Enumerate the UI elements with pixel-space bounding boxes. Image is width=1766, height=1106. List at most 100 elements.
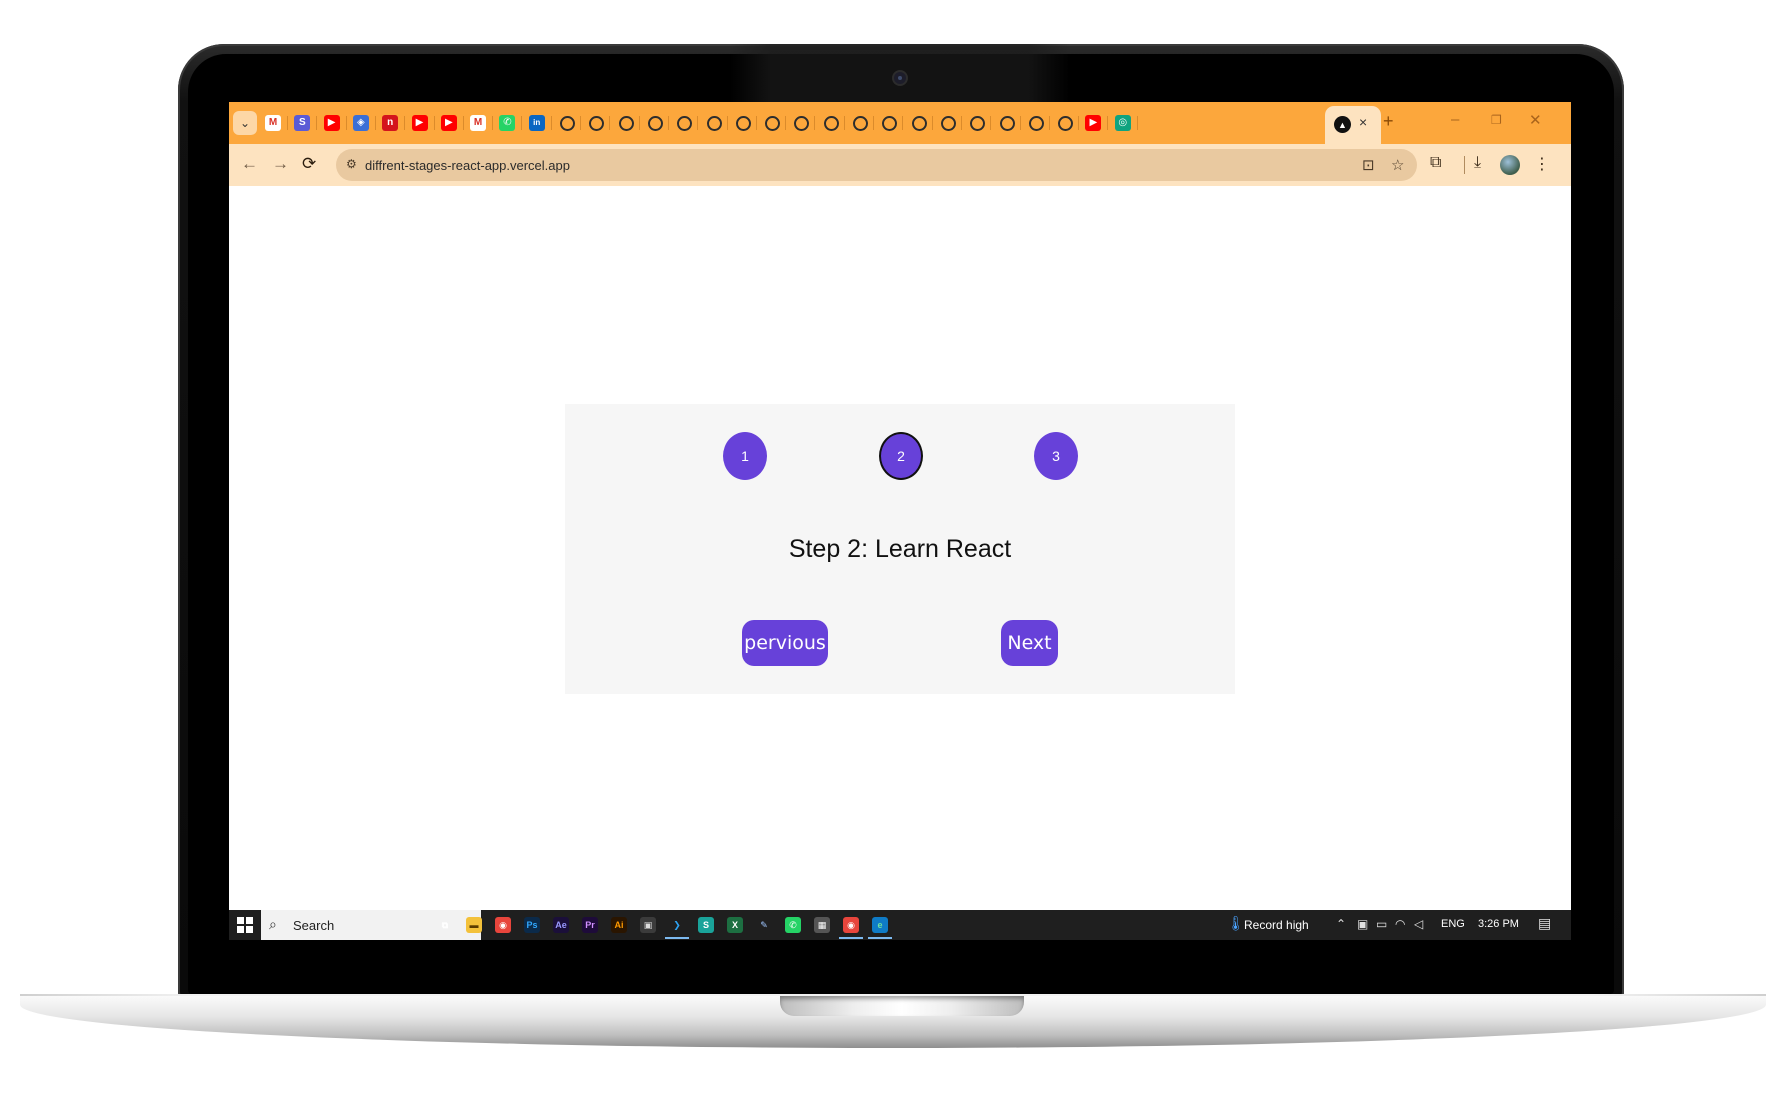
address-bar[interactable]: ⚙ diffrent-stages-react-app.vercel.app ⊡… xyxy=(336,149,1417,181)
youtube-favicon-icon[interactable]: ▶ xyxy=(1085,115,1102,131)
tab-separator xyxy=(404,116,406,130)
drive-favicon-icon[interactable]: ◈ xyxy=(352,115,369,131)
github-favicon-icon[interactable] xyxy=(735,116,751,131)
github-favicon-icon[interactable] xyxy=(882,116,898,131)
chrome-active-icon[interactable]: ◉ xyxy=(843,917,859,933)
vscode-icon[interactable]: ❯ xyxy=(669,917,685,933)
windows-start-icon[interactable] xyxy=(237,917,253,933)
youtube-favicon-icon[interactable]: ▶ xyxy=(440,115,457,131)
excel-icon[interactable]: X xyxy=(727,917,743,933)
github-favicon-icon[interactable] xyxy=(589,116,605,131)
github-favicon-icon[interactable] xyxy=(765,116,781,131)
app-window-icon[interactable]: ▣ xyxy=(640,917,656,933)
active-tab[interactable]: ▲ × xyxy=(1325,106,1381,144)
next-button[interactable]: Next xyxy=(1001,620,1058,666)
toolbar-divider xyxy=(1464,156,1465,174)
github-favicon-icon[interactable] xyxy=(999,116,1015,131)
meet-icon[interactable]: ▣ xyxy=(1357,917,1368,931)
weather-thermometer-icon[interactable]: 🌡 xyxy=(1227,915,1245,932)
chrome-icon[interactable]: ◉ xyxy=(495,917,511,933)
youtube-favicon-icon[interactable]: ▶ xyxy=(323,115,340,131)
extensions-icon[interactable]: ⧉ xyxy=(1430,154,1441,172)
install-app-icon[interactable]: ⊡ xyxy=(1362,156,1375,174)
tab-search-button[interactable]: ⌄ xyxy=(233,111,257,135)
github-favicon-icon[interactable] xyxy=(911,116,927,131)
step-1[interactable]: 1 xyxy=(723,432,767,480)
tab-separator xyxy=(316,116,318,130)
gmail-favicon-icon[interactable]: M xyxy=(265,115,281,131)
new-tab-button[interactable]: + xyxy=(1383,111,1394,132)
after-effects-icon[interactable]: Ae xyxy=(553,917,569,933)
github-favicon-icon[interactable] xyxy=(560,116,575,131)
tab-separator xyxy=(609,116,611,130)
step-2[interactable]: 2 xyxy=(879,432,923,480)
laptop-lid-notch xyxy=(780,996,1024,1016)
wifi-icon[interactable]: ◠ xyxy=(1395,917,1405,931)
previous-button[interactable]: pervious xyxy=(742,620,828,666)
github-favicon-icon[interactable] xyxy=(853,116,868,131)
task-view-icon[interactable]: ⧉ xyxy=(437,917,453,933)
downloads-icon[interactable]: ⤓ xyxy=(1474,154,1481,172)
github-favicon-icon[interactable] xyxy=(677,116,693,131)
file-explorer-icon[interactable]: ▬ xyxy=(466,917,482,933)
forward-icon[interactable]: → xyxy=(272,154,289,174)
premiere-icon[interactable]: Pr xyxy=(582,917,598,933)
youtube-favicon-icon[interactable]: ▶ xyxy=(411,115,428,131)
profile-avatar[interactable] xyxy=(1500,155,1520,175)
tab-separator xyxy=(785,116,787,130)
tab-separator xyxy=(902,116,904,130)
page-viewport: 1 2 3 Step 2: Learn React pervious Next xyxy=(229,186,1571,910)
tab-separator xyxy=(697,116,699,130)
close-window-button[interactable]: ✕ xyxy=(1529,111,1542,129)
webcam xyxy=(894,72,906,84)
tab-separator xyxy=(1107,116,1109,130)
whatsapp-icon[interactable]: ✆ xyxy=(785,917,801,933)
github-favicon-icon[interactable] xyxy=(1028,116,1044,131)
site-info-icon[interactable]: ⚙ xyxy=(346,157,357,171)
illustrator-icon[interactable]: Ai xyxy=(611,917,627,933)
tab-separator xyxy=(814,116,816,130)
steps-card: 1 2 3 Step 2: Learn React pervious Next xyxy=(565,404,1235,694)
tab-separator xyxy=(873,116,874,130)
running-indicator xyxy=(665,937,689,939)
notifications-icon[interactable]: ▤ xyxy=(1538,915,1551,932)
whatsapp-favicon-icon[interactable]: ✆ xyxy=(499,115,516,131)
battery-icon[interactable]: ▭ xyxy=(1376,917,1387,931)
browser-menu-icon[interactable]: ⋮ xyxy=(1534,154,1550,174)
edge-icon[interactable]: e xyxy=(872,917,888,933)
language-indicator[interactable]: ENG xyxy=(1441,918,1465,930)
show-hidden-icons-icon[interactable]: ⌃ xyxy=(1336,917,1346,931)
bookmark-star-icon[interactable]: ☆ xyxy=(1391,156,1404,174)
chatgpt-favicon-icon[interactable]: ◎ xyxy=(1114,115,1131,131)
weather-text[interactable]: Record high xyxy=(1244,918,1309,932)
restore-button[interactable]: ❐ xyxy=(1491,113,1502,127)
back-icon[interactable]: ← xyxy=(241,154,258,174)
github-favicon-icon[interactable] xyxy=(940,116,956,131)
minimize-button[interactable]: – xyxy=(1451,111,1459,128)
gmail-favicon-icon[interactable]: M xyxy=(470,115,487,131)
close-tab-icon[interactable]: × xyxy=(1359,114,1367,130)
running-indicator xyxy=(868,937,892,939)
github-favicon-icon[interactable] xyxy=(794,116,810,131)
tab-separator xyxy=(1048,116,1050,130)
step-3[interactable]: 3 xyxy=(1034,432,1078,480)
reload-icon[interactable]: ⟳ xyxy=(302,154,316,174)
github-favicon-icon[interactable] xyxy=(647,116,663,131)
photoshop-icon[interactable]: Ps xyxy=(524,917,540,933)
github-favicon-icon[interactable] xyxy=(618,116,634,131)
calculator-icon[interactable]: ▦ xyxy=(814,917,830,933)
tab-separator xyxy=(755,116,757,130)
stackby-icon[interactable]: S xyxy=(698,917,714,933)
tab-separator xyxy=(433,116,435,130)
stackby-favicon-icon[interactable]: S xyxy=(294,115,311,131)
clock[interactable]: 3:26 PM xyxy=(1478,918,1519,930)
volume-icon[interactable]: ◁ xyxy=(1414,917,1423,931)
github-favicon-icon[interactable] xyxy=(823,116,839,131)
github-favicon-icon[interactable] xyxy=(970,116,986,131)
app-n-favicon-icon[interactable]: n xyxy=(382,115,399,131)
tab-separator xyxy=(990,116,992,130)
notes-icon[interactable]: ✎ xyxy=(756,917,772,933)
github-favicon-icon[interactable] xyxy=(706,116,722,131)
github-favicon-icon[interactable] xyxy=(1058,116,1074,131)
linkedin-favicon-icon[interactable]: in xyxy=(528,115,545,131)
